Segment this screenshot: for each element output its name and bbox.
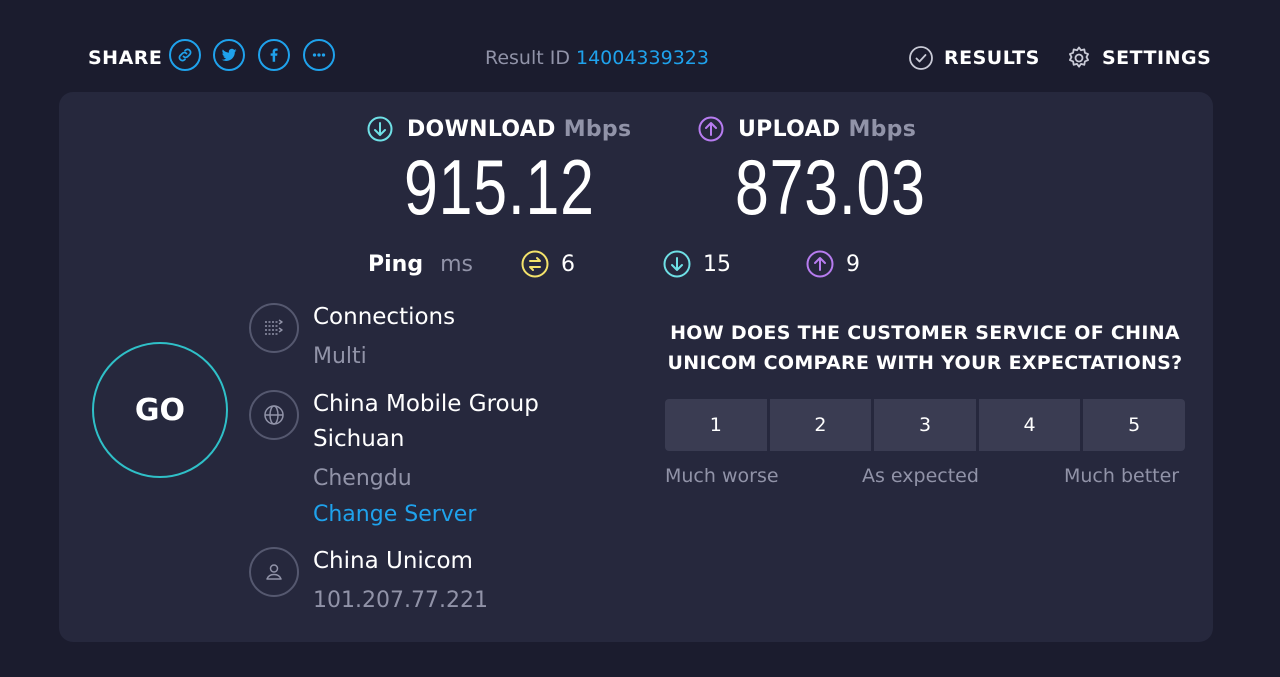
ping-idle: 6	[521, 250, 575, 278]
scale-low-label: Much worse	[665, 465, 779, 487]
rating-option-2[interactable]: 2	[769, 399, 872, 451]
link-icon	[178, 48, 192, 62]
download-label: DOWNLOAD	[407, 116, 556, 142]
rating-option-5[interactable]: 5	[1083, 399, 1185, 451]
go-label: GO	[134, 392, 186, 428]
download-arrow-icon	[367, 116, 393, 142]
upload-speed: 873.03	[735, 143, 926, 231]
result-id: Result ID 14004339323	[485, 47, 709, 69]
download-speed: 915.12	[404, 143, 595, 231]
result-id-label: Result ID	[485, 47, 570, 69]
ping-unit: ms	[440, 252, 473, 277]
connections-value: Multi	[313, 344, 367, 369]
result-id-link[interactable]: 14004339323	[576, 47, 709, 69]
ping-upload-icon	[806, 250, 834, 278]
connections-icon-wrap	[249, 303, 299, 353]
scale-high-label: Much better	[1064, 465, 1180, 487]
globe-icon-wrap	[249, 390, 299, 440]
rating-scale: 1 2 3 4 5	[665, 399, 1185, 451]
connections-icon	[265, 319, 283, 335]
isp-ip: 101.207.77.221	[313, 588, 488, 613]
server-name-line2: Sichuan	[313, 426, 405, 452]
rating-option-3[interactable]: 3	[874, 399, 976, 451]
settings-label: SETTINGS	[1102, 47, 1212, 69]
ping-label: Ping	[368, 252, 424, 277]
check-circle-icon	[909, 46, 933, 70]
server-name-line1: China Mobile Group	[313, 391, 539, 417]
download-header: DOWNLOAD Mbps	[367, 116, 631, 142]
scale-mid-label: As expected	[862, 465, 979, 487]
ping-upload-value: 9	[846, 251, 860, 277]
rating-option-1[interactable]: 1	[665, 399, 767, 451]
download-unit: Mbps	[563, 116, 632, 142]
server-city: Chengdu	[313, 466, 412, 491]
gear-icon	[1069, 46, 1089, 68]
ping-idle-icon	[521, 250, 549, 278]
more-icon	[312, 53, 326, 57]
rating-option-4[interactable]: 4	[978, 399, 1081, 451]
ping-download-value: 15	[703, 251, 731, 277]
results-label: RESULTS	[944, 47, 1040, 69]
ping-label-group: Ping ms	[368, 252, 473, 277]
upload-header: UPLOAD Mbps	[698, 116, 916, 142]
share-facebook-button[interactable]	[258, 39, 290, 71]
ping-upload: 9	[806, 250, 860, 278]
settings-button[interactable]: SETTINGS	[1066, 45, 1211, 71]
connections-title: Connections	[313, 304, 456, 330]
results-button[interactable]: RESULTS	[908, 45, 1040, 71]
survey-question: HOW DOES THE CUSTOMER SERVICE OF CHINA U…	[660, 318, 1190, 378]
share-link-button[interactable]	[169, 39, 201, 71]
upload-label: UPLOAD	[738, 116, 841, 142]
share-label: SHARE	[88, 47, 163, 69]
ping-idle-value: 6	[561, 251, 575, 277]
user-icon	[266, 564, 282, 580]
ping-download-icon	[663, 250, 691, 278]
ping-download: 15	[663, 250, 731, 278]
upload-arrow-icon	[698, 116, 724, 142]
go-button[interactable]: GO	[92, 342, 228, 478]
user-icon-wrap	[249, 547, 299, 597]
survey-question-line2: UNICOM COMPARE WITH YOUR EXPECTATIONS?	[667, 352, 1183, 374]
change-server-link[interactable]: Change Server	[313, 502, 476, 527]
globe-icon	[264, 405, 284, 425]
survey-question-line1: HOW DOES THE CUSTOMER SERVICE OF CHINA	[670, 322, 1180, 344]
share-more-button[interactable]	[303, 39, 335, 71]
share-twitter-button[interactable]	[213, 39, 245, 71]
twitter-icon	[221, 48, 237, 62]
upload-unit: Mbps	[848, 116, 917, 142]
isp-name: China Unicom	[313, 548, 473, 574]
facebook-icon	[270, 48, 278, 62]
